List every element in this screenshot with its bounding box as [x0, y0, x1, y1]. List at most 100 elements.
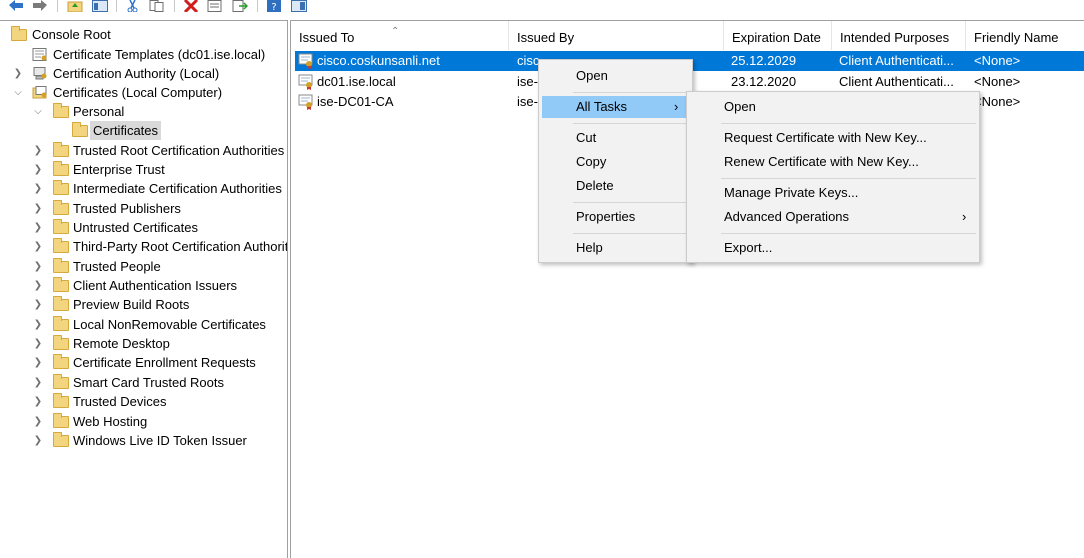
toolbar: ?: [0, 0, 1084, 14]
tree-item-trusted-root[interactable]: ❯ Trusted Root Certification Authorities: [0, 141, 287, 160]
chevron-right-icon[interactable]: ❯: [32, 431, 44, 450]
menu-item-export[interactable]: Export...: [690, 237, 976, 259]
tree-item-trusted-people[interactable]: ❯ Trusted People: [0, 257, 287, 276]
menu-item-open-sub[interactable]: Open: [690, 96, 976, 118]
menu-item-cut[interactable]: Cut: [542, 127, 689, 149]
menu-item-request-new-key[interactable]: Request Certificate with New Key...: [690, 127, 976, 149]
tree-item-label: Certificates (Local Computer): [53, 85, 223, 100]
tree-item-certificates-local-computer[interactable]: ⌵ Certificates (Local Computer): [0, 83, 287, 102]
context-menu: Open All Tasks › Cut Copy Delete Propert…: [538, 59, 693, 263]
tree-item-personal[interactable]: ⌵ Personal: [0, 102, 287, 121]
column-header-intended-purposes[interactable]: Intended Purposes: [832, 21, 966, 50]
show-hide-tree-icon[interactable]: [92, 0, 108, 12]
chevron-right-icon[interactable]: ❯: [32, 295, 44, 314]
menu-item-properties[interactable]: Properties: [542, 206, 689, 228]
menu-item-help[interactable]: Help: [542, 237, 689, 259]
chevron-right-icon[interactable]: ❯: [32, 199, 44, 218]
folder-icon: [53, 374, 69, 389]
tree-item-label: Trusted Publishers: [73, 201, 181, 216]
menu-item-open[interactable]: Open: [542, 65, 689, 87]
chevron-right-icon[interactable]: ❯: [12, 64, 24, 83]
chevron-right-icon: ›: [962, 209, 967, 224]
tree-item-label: Untrusted Certificates: [73, 220, 198, 235]
menu-item-manage-private-keys[interactable]: Manage Private Keys...: [690, 182, 976, 204]
tree-item-console-root[interactable]: Console Root: [0, 25, 287, 44]
menu-item-renew-new-key[interactable]: Renew Certificate with New Key...: [690, 151, 976, 173]
console-tree[interactable]: Console Root Certificate Templates (dc01…: [0, 20, 288, 558]
certificate-icon: [298, 74, 313, 90]
export-list-icon[interactable]: [232, 0, 248, 12]
action-pane-icon[interactable]: [291, 0, 307, 12]
cell-issued-to: cisco.coskunsanli.net: [317, 53, 440, 68]
chevron-down-icon[interactable]: ⌵: [32, 102, 44, 121]
cell-expiration-date: 25.12.2029: [731, 53, 797, 68]
menu-item-all-tasks[interactable]: All Tasks ›: [542, 96, 689, 118]
folder-icon: [53, 103, 69, 118]
tree-item-intermediate-ca[interactable]: ❯ Intermediate Certification Authorities: [0, 179, 287, 198]
tree-item-enterprise-trust[interactable]: ❯ Enterprise Trust: [0, 160, 287, 179]
chevron-right-icon[interactable]: ❯: [32, 373, 44, 392]
tree-item-label: Smart Card Trusted Roots: [73, 375, 224, 390]
folder-icon: [53, 432, 69, 447]
chevron-down-icon[interactable]: ⌵: [12, 83, 24, 102]
chevron-right-icon[interactable]: ❯: [32, 334, 44, 353]
tree-item-enrollment-requests[interactable]: ❯ Certificate Enrollment Requests: [0, 353, 287, 372]
cell-issued-by: ise-DC01-CA: [517, 94, 539, 109]
chevron-right-icon[interactable]: ❯: [32, 257, 44, 276]
menu-item-copy[interactable]: Copy: [542, 151, 689, 173]
back-icon[interactable]: [8, 0, 24, 12]
folder-icon: [53, 413, 69, 428]
cell-intended-purposes: Client Authenticati...: [839, 74, 954, 89]
tree-item-trusted-publishers[interactable]: ❯ Trusted Publishers: [0, 199, 287, 218]
copy-icon[interactable]: [149, 0, 165, 12]
tree-item-label: Intermediate Certification Authorities: [73, 181, 282, 196]
chevron-right-icon[interactable]: ❯: [32, 160, 44, 179]
tree-item-label: Certification Authority (Local): [53, 66, 220, 81]
forward-icon[interactable]: [32, 0, 48, 12]
tree-item-windows-live-id[interactable]: ❯ Windows Live ID Token Issuer: [0, 431, 287, 450]
column-header-friendly-name[interactable]: Friendly Name: [966, 21, 1084, 50]
all-tasks-submenu: Open Request Certificate with New Key...…: [686, 91, 980, 263]
chevron-right-icon[interactable]: ❯: [32, 353, 44, 372]
tree-item-third-party-root[interactable]: ❯ Third-Party Root Certification Authori…: [0, 237, 288, 256]
tree-item-client-auth-issuers[interactable]: ❯ Client Authentication Issuers: [0, 276, 287, 295]
tree-item-label: Certificate Templates (dc01.ise.local): [53, 47, 266, 62]
cut-icon[interactable]: [125, 0, 141, 12]
folder-icon: [53, 219, 69, 234]
column-header-expiration-date[interactable]: Expiration Date: [724, 21, 832, 50]
chevron-right-icon[interactable]: ❯: [32, 315, 44, 334]
tree-item-remote-desktop[interactable]: ❯ Remote Desktop: [0, 334, 287, 353]
column-header-label: Issued By: [517, 30, 575, 45]
tree-item-certificate-templates[interactable]: Certificate Templates (dc01.ise.local): [0, 45, 287, 64]
properties-icon[interactable]: [207, 0, 223, 12]
tree-item-label: Trusted Devices: [73, 394, 167, 409]
chevron-right-icon[interactable]: ❯: [32, 276, 44, 295]
tree-item-personal-certificates[interactable]: Certificates: [0, 121, 287, 140]
chevron-right-icon[interactable]: ❯: [32, 392, 44, 411]
help-icon[interactable]: ?: [266, 0, 282, 12]
chevron-right-icon[interactable]: ❯: [32, 412, 44, 431]
tree-item-certification-authority[interactable]: ❯ Certification Authority (Local): [0, 64, 287, 83]
tree-item-web-hosting[interactable]: ❯ Web Hosting: [0, 412, 287, 431]
tree-item-preview-build-roots[interactable]: ❯ Preview Build Roots: [0, 295, 287, 314]
tree-item-label: Third-Party Root Certification Authoriti…: [73, 239, 288, 254]
certificate-icon: [298, 94, 313, 110]
chevron-right-icon[interactable]: ❯: [32, 179, 44, 198]
column-header-issued-to[interactable]: Issued To ⌃: [291, 21, 509, 50]
tree-item-untrusted-certificates[interactable]: ❯ Untrusted Certificates: [0, 218, 287, 237]
menu-item-delete[interactable]: Delete: [542, 175, 689, 197]
folder-icon: [53, 277, 69, 292]
chevron-right-icon[interactable]: ❯: [32, 141, 44, 160]
tree-item-smart-card-roots[interactable]: ❯ Smart Card Trusted Roots: [0, 373, 287, 392]
chevron-right-icon[interactable]: ❯: [32, 218, 44, 237]
column-header-issued-by[interactable]: Issued By: [509, 21, 724, 50]
cell-issued-to: ise-DC01-CA: [317, 94, 394, 109]
cell-issued-by: ise-DC01-CA: [517, 74, 539, 89]
tree-item-local-nonremovable[interactable]: ❯ Local NonRemovable Certificates: [0, 315, 287, 334]
cell-friendly-name: <None>: [974, 94, 1021, 109]
menu-item-advanced-operations[interactable]: Advanced Operations ›: [690, 206, 976, 228]
chevron-right-icon[interactable]: ❯: [32, 237, 44, 256]
tree-item-trusted-devices[interactable]: ❯ Trusted Devices: [0, 392, 287, 411]
delete-icon[interactable]: [183, 0, 199, 12]
up-folder-icon[interactable]: [67, 0, 83, 12]
